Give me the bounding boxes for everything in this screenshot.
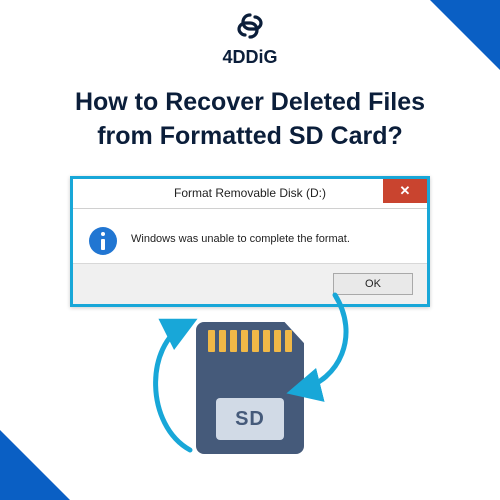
dialog-wrapper: Format Removable Disk (D:) ✕ Windows was… [70, 176, 430, 307]
brand-name: 4DDiG [0, 47, 500, 68]
decorative-triangle-tr [430, 0, 500, 70]
dialog-message: Windows was unable to complete the forma… [131, 227, 350, 245]
sd-contacts [208, 330, 292, 352]
close-icon: ✕ [400, 183, 411, 199]
headline-line1: How to Recover Deleted Files [75, 88, 425, 116]
info-icon [89, 227, 117, 255]
logo-area: 4DDiG [0, 0, 500, 68]
ok-button[interactable]: OK [333, 273, 413, 295]
sd-label-text: SD [235, 408, 265, 431]
format-error-dialog: Format Removable Disk (D:) ✕ Windows was… [70, 176, 430, 307]
dialog-body: Windows was unable to complete the forma… [73, 209, 427, 263]
page-title: How to Recover Deleted Files from Format… [30, 86, 470, 154]
sd-label-box: SD [216, 398, 284, 440]
dialog-footer: OK [73, 263, 427, 304]
dialog-titlebar: Format Removable Disk (D:) ✕ [73, 179, 427, 209]
decorative-triangle-bl [0, 430, 70, 500]
sd-card: SD [196, 322, 304, 454]
sd-card-illustration: SD [150, 322, 350, 482]
close-button[interactable]: ✕ [383, 179, 427, 203]
ok-button-label: OK [365, 278, 381, 290]
headline-line2: from Formatted SD Card? [97, 122, 403, 150]
dialog-title-text: Format Removable Disk (D:) [73, 186, 427, 200]
brand-logo-icon [235, 12, 265, 45]
